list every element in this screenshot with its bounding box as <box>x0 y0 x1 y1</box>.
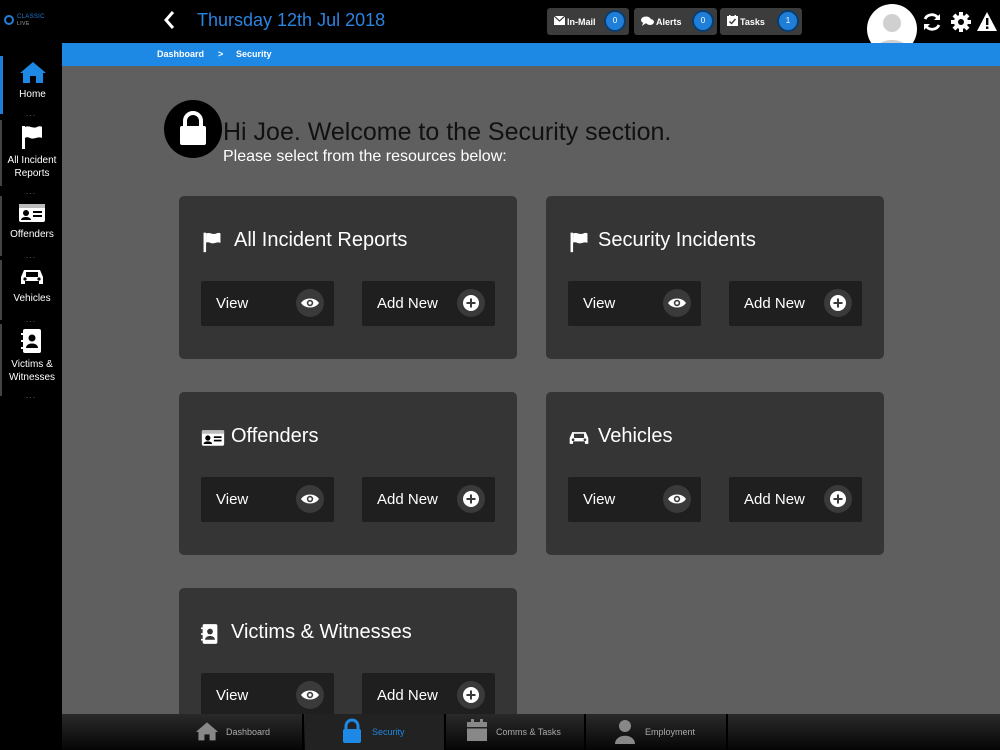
eye-icon <box>301 690 319 700</box>
card-title: Security Incidents <box>598 229 756 251</box>
bottom-tab-bar: Dashboard Security Comms & Tasks Employm… <box>62 714 1000 750</box>
lock-icon <box>180 111 206 145</box>
card-title: Victims & Witnesses <box>231 621 412 643</box>
alerts-count-badge: 0 <box>692 10 714 32</box>
envelope-icon <box>554 16 565 25</box>
id-card-icon <box>201 430 225 446</box>
home-icon <box>195 722 219 741</box>
plus-circle-icon <box>830 491 846 507</box>
inmail-button[interactable]: In-Mail 0 <box>547 8 629 35</box>
view-button[interactable]: View <box>201 673 334 714</box>
card-victims-witnesses: Victims & Witnesses View Add New <box>179 588 517 714</box>
plus-circle-icon <box>463 491 479 507</box>
page-subtitle: Please select from the resources below: <box>223 148 507 165</box>
top-bar: Thursday 12th Jul 2018 In-Mail 0 Alerts … <box>62 0 1000 54</box>
add-new-button[interactable]: Add New <box>729 281 862 326</box>
calendar-icon <box>467 719 487 741</box>
flag-icon <box>203 232 221 253</box>
add-new-button[interactable]: Add New <box>729 477 862 522</box>
eye-icon <box>301 298 319 308</box>
view-button[interactable]: View <box>201 477 334 522</box>
sidebar-item-all-incident-reports[interactable]: All Incident Reports <box>0 120 62 186</box>
card-security-incidents: Security Incidents View Add New <box>546 196 884 359</box>
add-new-button[interactable]: Add New <box>362 477 495 522</box>
eye-icon <box>668 298 686 308</box>
security-badge <box>164 100 222 158</box>
tasks-count-badge: 1 <box>777 10 799 32</box>
plus-circle-icon <box>463 295 479 311</box>
back-chevron-icon[interactable] <box>160 8 180 32</box>
plus-circle-icon <box>463 687 479 703</box>
lock-icon <box>343 718 361 743</box>
breadcrumb: Dashboard > Security <box>62 43 1000 66</box>
app-logo: CLASSIC LIVE <box>4 14 58 28</box>
tab-dashboard[interactable]: Dashboard <box>162 714 302 750</box>
card-offenders: Offenders View Add New <box>179 392 517 555</box>
sidebar-item-label: Victims & Witnesses <box>8 359 56 383</box>
add-new-button[interactable]: Add New <box>362 281 495 326</box>
sidebar-item-label: Vehicles <box>13 293 51 304</box>
sidebar-item-label: All Incident Reports <box>7 155 57 179</box>
tab-security[interactable]: Security <box>305 714 445 750</box>
contact-book-icon <box>201 624 218 644</box>
tasks-button[interactable]: Tasks 1 <box>720 8 802 35</box>
sidebar-item-home[interactable]: Home <box>0 56 62 114</box>
flag-icon <box>22 126 42 149</box>
flag-icon <box>570 232 588 253</box>
card-all-incident-reports: All Incident Reports View Add New <box>179 196 517 359</box>
sidebar: CLASSIC LIVE Home ... All Incident Repor… <box>0 0 62 750</box>
card-title: Vehicles <box>598 425 673 447</box>
eye-icon <box>301 494 319 504</box>
home-icon <box>19 62 46 83</box>
main-content: Hi Joe. Welcome to the Security section.… <box>62 66 1000 714</box>
current-date: Thursday 12th Jul 2018 <box>197 10 386 30</box>
sidebar-item-vehicles[interactable]: Vehicles <box>0 260 62 320</box>
sidebar-item-victims-witnesses[interactable]: Victims & Witnesses <box>0 324 62 396</box>
card-title: All Incident Reports <box>234 229 408 251</box>
id-card-icon <box>19 204 45 222</box>
breadcrumb-security: Security <box>236 49 272 59</box>
plus-circle-icon <box>830 295 846 311</box>
view-button[interactable]: View <box>568 477 701 522</box>
calendar-check-icon <box>727 15 738 26</box>
view-button[interactable]: View <box>568 281 701 326</box>
page-title: Hi Joe. Welcome to the Security section. <box>223 118 672 146</box>
inmail-count-badge: 0 <box>604 10 626 32</box>
eye-icon <box>668 494 686 504</box>
add-new-button[interactable]: Add New <box>362 673 495 714</box>
card-title: Offenders <box>231 425 319 447</box>
tab-employment[interactable]: Employment <box>586 714 726 750</box>
view-button[interactable]: View <box>201 281 334 326</box>
car-icon <box>569 432 589 444</box>
alerts-button[interactable]: Alerts 0 <box>634 8 717 35</box>
sidebar-item-label: Home <box>19 89 46 100</box>
refresh-icon[interactable] <box>921 11 943 33</box>
tab-comms-tasks[interactable]: Comms & Tasks <box>446 714 586 750</box>
breadcrumb-dashboard[interactable]: Dashboard <box>157 49 204 59</box>
sidebar-item-offenders[interactable]: Offenders <box>0 196 62 256</box>
person-icon <box>615 720 635 744</box>
gear-icon[interactable] <box>950 11 972 33</box>
sidebar-item-label: Offenders <box>10 229 54 240</box>
card-vehicles: Vehicles View Add New <box>546 392 884 555</box>
warning-icon[interactable] <box>976 11 998 33</box>
car-icon <box>21 270 43 284</box>
contact-book-icon <box>21 329 41 353</box>
chat-bubbles-icon <box>641 16 654 26</box>
breadcrumb-separator: > <box>218 49 224 59</box>
